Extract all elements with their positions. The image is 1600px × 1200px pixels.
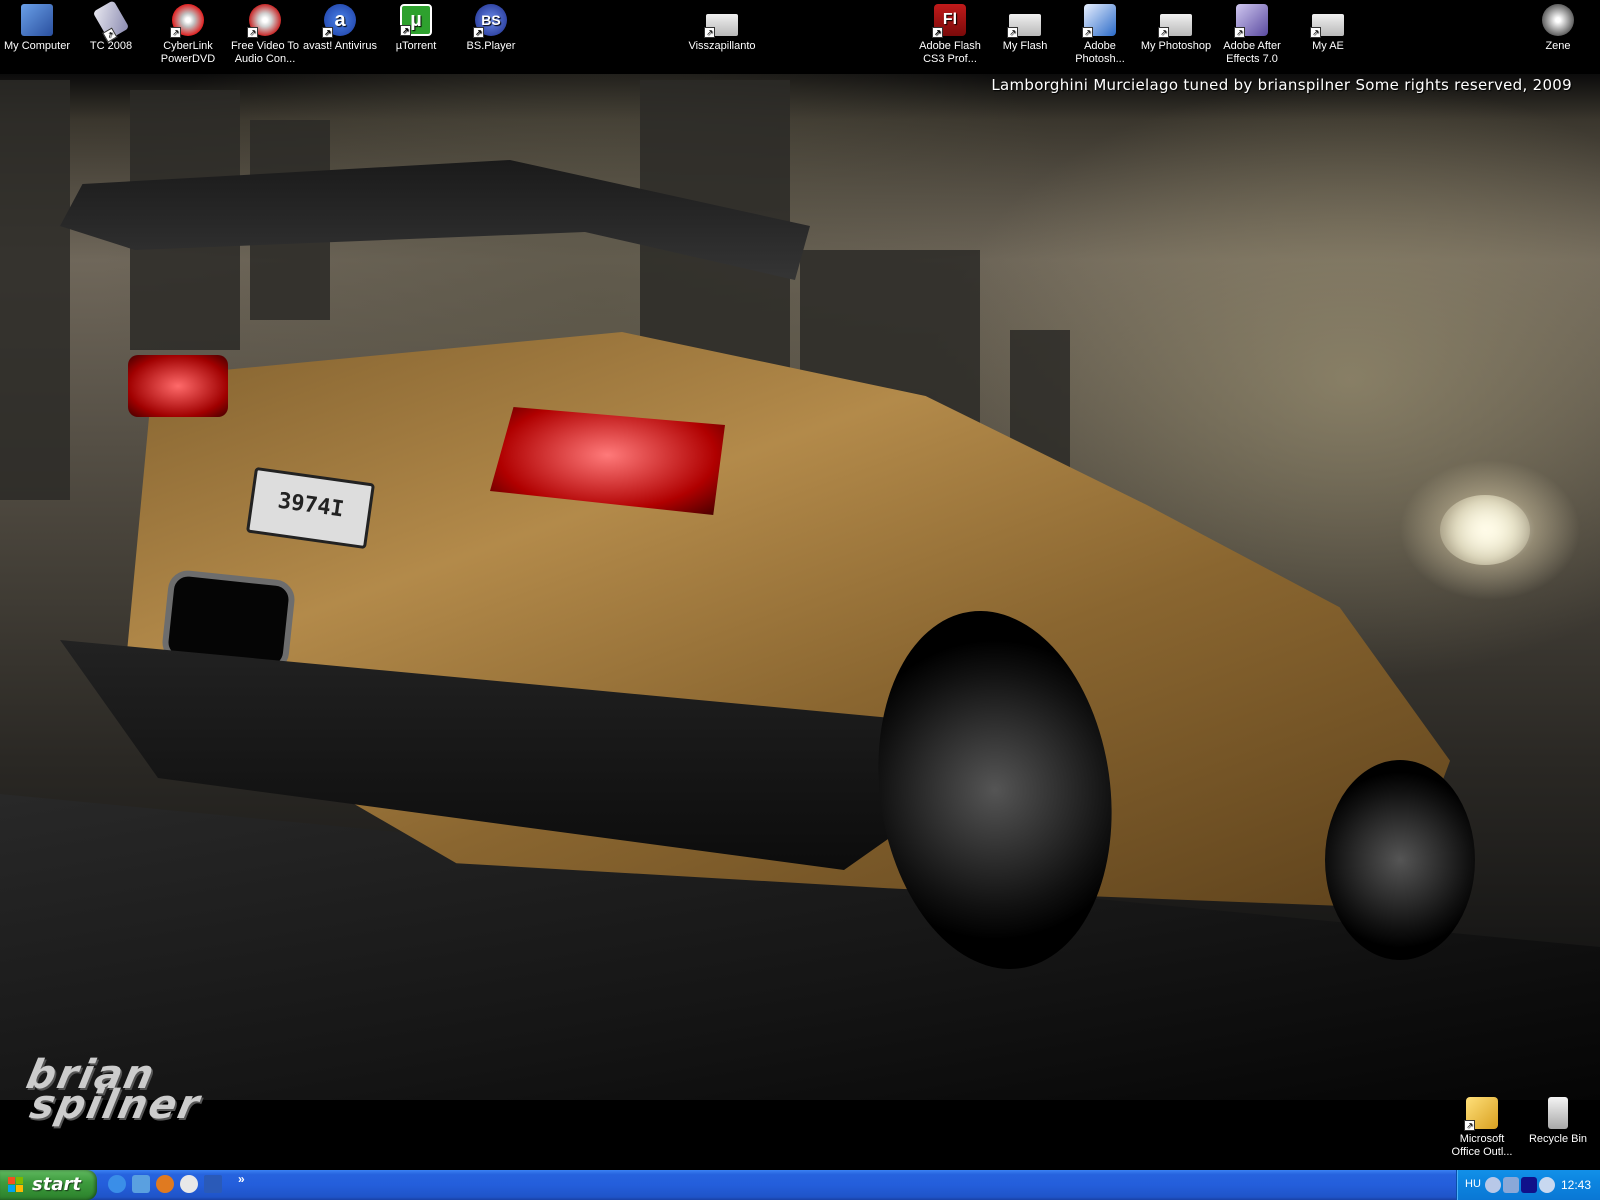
desktop-wallpaper: 3974I Lamborghini Murcielago tuned by br… [0,0,1600,1170]
wallpaper-caption: Lamborghini Murcielago tuned by brianspi… [991,76,1572,94]
total-commander-icon: ↗ [92,0,130,43]
torrent-icon: µ ↗ [400,4,432,36]
desktop-icon-label: Microsoft Office Outl... [1451,1133,1513,1158]
desktop-icon-avast[interactable]: a ↗ avast! Antivirus [302,2,378,53]
desktop-icon-label: CyberLink PowerDVD [160,40,216,65]
plate-number: 3974I [276,488,346,523]
internet-explorer-icon[interactable] [108,1175,126,1193]
music-disc-icon [1542,4,1574,36]
antivirus-tray-icon[interactable] [1539,1177,1555,1193]
network-icon[interactable] [1503,1177,1519,1193]
desktop-icon-recycle-bin[interactable]: Recycle Bin [1520,1095,1596,1146]
desktop-icon-label: TC 2008 [89,40,133,52]
recycle-bin-icon [1548,1097,1568,1129]
dvd-player-icon: ↗ [170,4,204,38]
quick-launch-more-button[interactable]: » [238,1172,245,1186]
show-desktop-icon[interactable] [132,1175,150,1193]
desktop-icon-powerdvd[interactable]: ↗ CyberLink PowerDVD [150,2,226,66]
desktop-icon-tc-2008[interactable]: ↗ TC 2008 [73,0,149,53]
wallpaper-building [0,80,70,500]
media-player-icon: BS ↗ [473,4,507,38]
desktop-icon-label: µTorrent [395,40,437,52]
desktop-icon-adobe-photoshop[interactable]: ↗ Adobe Photosh... [1062,2,1138,66]
system-tray: HU 12:43 [1456,1170,1600,1200]
windows-flag-icon [8,1177,24,1193]
wallpaper-logo: brian spilner [13,1052,330,1140]
start-label: start [32,1174,81,1195]
desktop-icon-bsplayer[interactable]: BS ↗ BS.Player [453,2,529,53]
desktop-icon-label: My Flash [1002,40,1048,52]
play-icon[interactable] [1521,1177,1537,1193]
desktop-icon-label: BS.Player [466,40,516,52]
outlook-icon: ↗ [1464,1097,1498,1131]
desktop-icon-utorrent[interactable]: µ ↗ µTorrent [378,2,454,53]
desktop-icon-visszapillanto[interactable]: ↗ Visszapillanto [672,2,772,53]
adobe-flash-icon: Fl ↗ [932,4,966,38]
folder-icon: ↗ [1158,14,1192,38]
clock[interactable]: 12:43 [1561,1178,1591,1192]
video-converter-icon: ↗ [247,4,281,38]
computer-icon [21,4,53,36]
media-player-icon[interactable] [180,1175,198,1193]
desktop-icon-label: My Computer [3,40,71,52]
desktop-icon-label: Adobe Photosh... [1075,40,1125,65]
firefox-icon[interactable] [156,1175,174,1193]
desktop-icon-my-photoshop[interactable]: ↗ My Photoshop [1138,2,1214,53]
desktop-icon-my-flash[interactable]: ↗ My Flash [987,2,1063,53]
word-icon[interactable] [204,1175,222,1193]
desktop-icon-label: avast! Antivirus [303,40,377,52]
desktop-icon-label: Zene [1545,40,1571,52]
start-button[interactable]: start [0,1170,97,1200]
desktop-icon-label: Recycle Bin [1528,1133,1588,1145]
antivirus-icon: a ↗ [322,4,356,38]
adobe-after-effects-icon: ↗ [1234,4,1268,38]
folder-icon: ↗ [1310,14,1344,38]
desktop-icon-label: My Photoshop [1140,40,1212,52]
desktop-icon-label: My AE [1312,40,1344,52]
car-wheel-front [1325,760,1475,960]
desktop-icon-label: Adobe After Effects 7.0 [1223,40,1281,65]
desktop-icon-label: Visszapillanto [688,40,756,52]
wallpaper-sun [1440,495,1530,565]
desktop-icon-my-computer[interactable]: My Computer [0,2,75,53]
folder-icon: ↗ [1007,14,1041,38]
logo-line-2: spilner [26,1082,206,1128]
desktop-icon-adobe-flash[interactable]: Fl ↗ Adobe Flash CS3 Prof... [912,2,988,66]
desktop-icon-my-ae[interactable]: ↗ My AE [1290,2,1366,53]
desktop-icon-outlook[interactable]: ↗ Microsoft Office Outl... [1444,1095,1520,1159]
taskbar: start » HU 12:43 [0,1170,1600,1200]
folder-icon: ↗ [704,14,738,38]
adobe-photoshop-icon: ↗ [1082,4,1116,38]
desktop-icon-after-effects[interactable]: ↗ Adobe After Effects 7.0 [1214,2,1290,66]
desktop-icon-zene[interactable]: Zene [1520,2,1596,53]
car-taillight-left [128,355,228,417]
desktop-icon-label: Adobe Flash CS3 Prof... [919,40,981,65]
language-indicator[interactable]: HU [1465,1178,1481,1190]
back-arrow-icon[interactable] [1485,1177,1501,1193]
desktop-icon-video-to-audio[interactable]: ↗ Free Video To Audio Con... [227,2,303,66]
desktop-icon-label: Free Video To Audio Con... [230,40,300,65]
